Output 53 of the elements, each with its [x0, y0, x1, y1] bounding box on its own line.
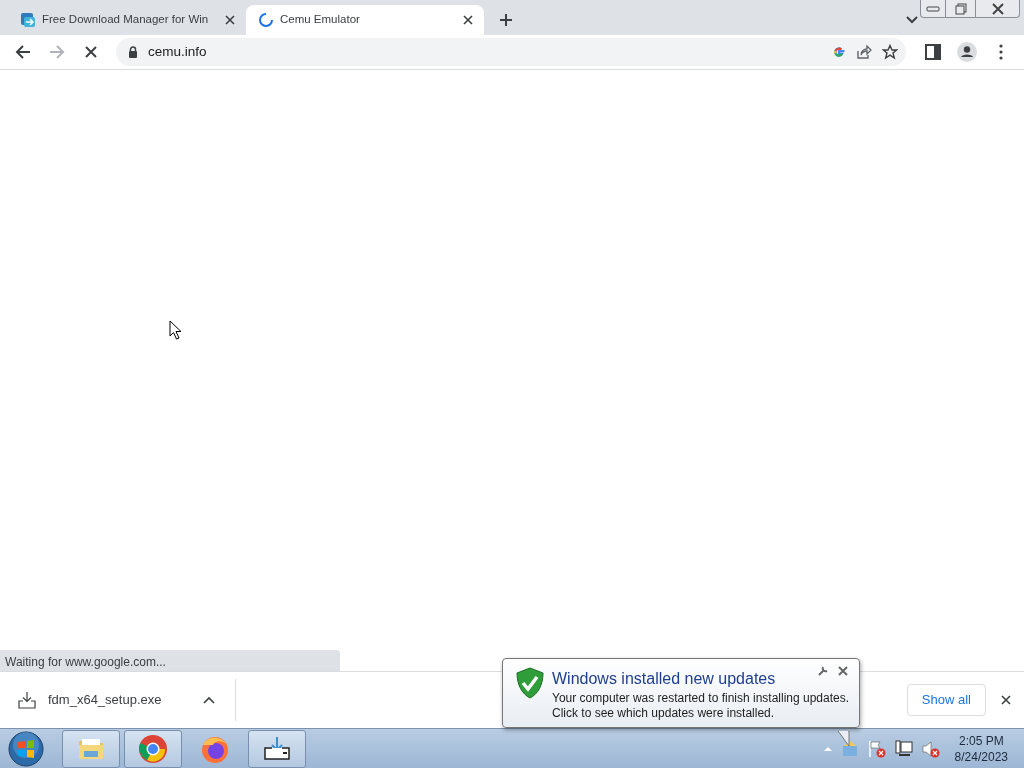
download-manager-icon [20, 12, 36, 28]
status-text: Waiting for www.google.com... [0, 650, 340, 671]
clock[interactable]: 2:05 PM 8/24/2023 [948, 732, 1020, 765]
new-tab-button[interactable] [498, 12, 514, 28]
bookmark-star-icon[interactable] [882, 44, 898, 60]
balloon-tail [838, 730, 850, 747]
notification-title: Windows installed new updates [552, 669, 776, 689]
action-center-flag-icon[interactable] [866, 739, 887, 758]
notification-balloon[interactable]: Windows installed new updates Your computer was restarted to finish installing updates. Click to see which updates were installed. [502, 658, 860, 728]
close-icon[interactable] [837, 665, 849, 677]
plus-icon [499, 13, 513, 27]
download-item[interactable]: fdm_x64_setup.exe [0, 679, 236, 721]
start-button[interactable] [6, 728, 46, 768]
chevron-up-icon [203, 696, 215, 704]
shield-check-icon [516, 667, 544, 699]
close-icon [223, 13, 237, 27]
notification-text: Click to see which updates were installed. [552, 706, 776, 721]
network-icon[interactable] [894, 739, 913, 758]
volume-muted-icon[interactable] [920, 739, 941, 758]
file-explorer-button[interactable] [62, 729, 120, 768]
tab[interactable]: Free Download Manager for Win [8, 5, 246, 35]
left-arrow-icon [15, 44, 31, 60]
minimize-icon [926, 5, 940, 12]
lock-icon [128, 46, 138, 58]
tab[interactable]: Cemu Emulator [246, 5, 484, 35]
mouse-cursor-icon [169, 319, 182, 340]
close-icon [461, 13, 475, 27]
download-app-button[interactable] [248, 729, 306, 768]
wrench-icon[interactable] [817, 665, 829, 677]
clock-time: 2:05 PM [957, 732, 1005, 749]
address-bar[interactable]: cemu.info [116, 38, 906, 66]
google-icon[interactable] [832, 45, 846, 59]
close-icon [990, 2, 1005, 15]
tab-title: Cemu Emulator [280, 12, 361, 28]
side-panel-icon [925, 44, 941, 60]
notification-text: Your computer was restarted to finish installing updates. [552, 691, 850, 706]
windows-logo [8, 730, 44, 767]
download-file-icon [18, 691, 36, 709]
person-icon [956, 41, 978, 63]
chevron-down-icon [906, 16, 918, 24]
tab-title: Free Download Manager for Win [42, 12, 210, 28]
chrome-logo [137, 732, 169, 765]
close-icon [84, 45, 98, 59]
download-filename: fdm_x64_setup.exe [48, 691, 163, 710]
chrome-button[interactable] [124, 729, 182, 768]
show-all-button[interactable]: Show all [906, 684, 986, 716]
share-icon[interactable] [856, 44, 872, 60]
right-arrow-icon [49, 44, 65, 60]
three-dots-icon [999, 44, 1003, 60]
url-text: cemu.info [148, 42, 208, 61]
clock-date: 8/24/2023 [954, 748, 1008, 765]
close-icon [999, 693, 1013, 707]
loading-spinner-icon [258, 12, 274, 28]
